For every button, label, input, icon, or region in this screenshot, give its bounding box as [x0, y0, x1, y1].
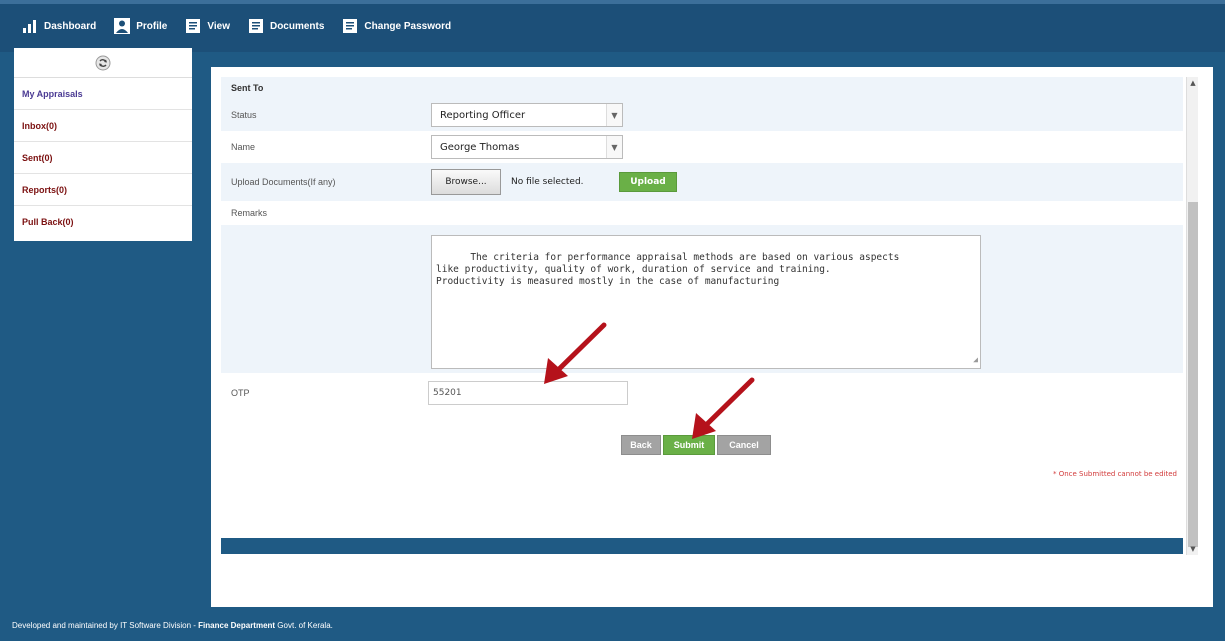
appraisal-form: Sent To Status Reporting Officer ▼ Name …	[221, 77, 1183, 555]
nav-documents[interactable]: Documents	[248, 18, 324, 34]
upload-row: Upload Documents(If any) Browse... No fi…	[221, 163, 1183, 201]
no-file-text: No file selected.	[511, 177, 584, 187]
chevron-down-icon: ▼	[606, 136, 622, 158]
sidebar-item-label: My Appraisals	[22, 88, 83, 99]
footer-department: Finance Department	[198, 621, 276, 630]
name-row: Name George Thomas ▼	[221, 131, 1183, 163]
sidebar-item-label: Reports(0)	[22, 184, 68, 195]
nav-dashboard-label: Dashboard	[44, 20, 97, 32]
browse-button[interactable]: Browse...	[431, 169, 501, 195]
sidebar-item-label: Pull Back(0)	[22, 217, 74, 227]
edit-warning-note: * Once Submitted cannot be edited	[1052, 470, 1177, 478]
name-label: Name	[231, 142, 256, 152]
resize-grip-icon[interactable]: ◢	[973, 354, 978, 366]
annotation-arrow-icon	[692, 377, 755, 439]
section-title: Sent To	[231, 83, 264, 93]
main-nav: Dashboard Profile View Documents Change …	[22, 18, 469, 34]
scroll-thumb[interactable]	[1188, 202, 1198, 547]
footer-prefix: Developed and maintained by IT Software …	[12, 621, 199, 630]
otp-label: OTP	[231, 388, 250, 398]
sent-to-row: Sent To	[221, 77, 1183, 99]
status-select[interactable]: Reporting Officer ▼	[431, 103, 623, 127]
remarks-text: The criteria for performance appraisal m…	[436, 252, 900, 287]
refresh-icon	[95, 55, 111, 70]
refresh-button[interactable]	[14, 48, 192, 78]
nav-view-label: View	[207, 20, 230, 32]
remarks-label-row: Remarks	[221, 201, 1183, 225]
remarks-label: Remarks	[231, 208, 268, 218]
status-row: Status Reporting Officer ▼	[221, 99, 1183, 131]
nav-documents-label: Documents	[269, 20, 325, 32]
scroll-up-icon[interactable]: ▲	[1187, 77, 1199, 89]
sidebar-item-my-appraisals[interactable]: My Appraisals	[14, 78, 192, 110]
document-icon	[186, 19, 201, 33]
sidebar-item-reports[interactable]: Reports(0)	[14, 174, 192, 206]
scroll-down-icon[interactable]: ▼	[1187, 543, 1199, 555]
nav-profile-label: Profile	[136, 20, 168, 32]
sidebar: My Appraisals Inbox(0) Sent(0) Reports(0…	[14, 48, 192, 241]
sidebar-item-sent[interactable]: Sent(0)	[14, 142, 192, 174]
name-select[interactable]: George Thomas ▼	[431, 135, 623, 159]
chevron-down-icon: ▼	[606, 104, 622, 126]
document-icon	[248, 19, 263, 33]
nav-view[interactable]: View	[185, 18, 230, 34]
user-icon	[114, 18, 131, 34]
sidebar-item-pull-back[interactable]: Pull Back(0)	[14, 206, 192, 238]
back-button[interactable]: Back	[621, 435, 661, 455]
upload-button[interactable]: Upload	[619, 172, 677, 192]
content-panel: Sent To Status Reporting Officer ▼ Name …	[211, 67, 1213, 607]
bar-chart-icon	[23, 20, 36, 33]
nav-change-password-label: Change Password	[364, 20, 452, 32]
remarks-textarea[interactable]: The criteria for performance appraisal m…	[431, 235, 981, 369]
name-selected-value: George Thomas	[440, 141, 520, 153]
sidebar-item-label: Inbox(0)	[22, 120, 57, 131]
footer-suffix: Govt. of Kerala.	[275, 621, 333, 630]
nav-profile[interactable]: Profile	[114, 18, 167, 34]
sidebar-item-label: Sent(0)	[22, 152, 53, 163]
footer: Developed and maintained by IT Software …	[12, 621, 333, 630]
otp-value: 55201	[433, 388, 462, 398]
form-bottom-bar	[221, 538, 1183, 554]
nav-change-password[interactable]: Change Password	[342, 18, 451, 34]
document-icon	[343, 19, 358, 33]
status-selected-value: Reporting Officer	[440, 109, 526, 121]
status-label: Status	[231, 110, 257, 120]
sidebar-item-inbox[interactable]: Inbox(0)	[14, 110, 192, 142]
vertical-scrollbar[interactable]: ▲ ▼	[1186, 77, 1198, 555]
nav-dashboard[interactable]: Dashboard	[22, 18, 96, 34]
top-navigation-bar: Dashboard Profile View Documents Change …	[0, 0, 1225, 52]
annotation-arrow-icon	[544, 322, 607, 384]
upload-label: Upload Documents(If any)	[231, 177, 336, 187]
